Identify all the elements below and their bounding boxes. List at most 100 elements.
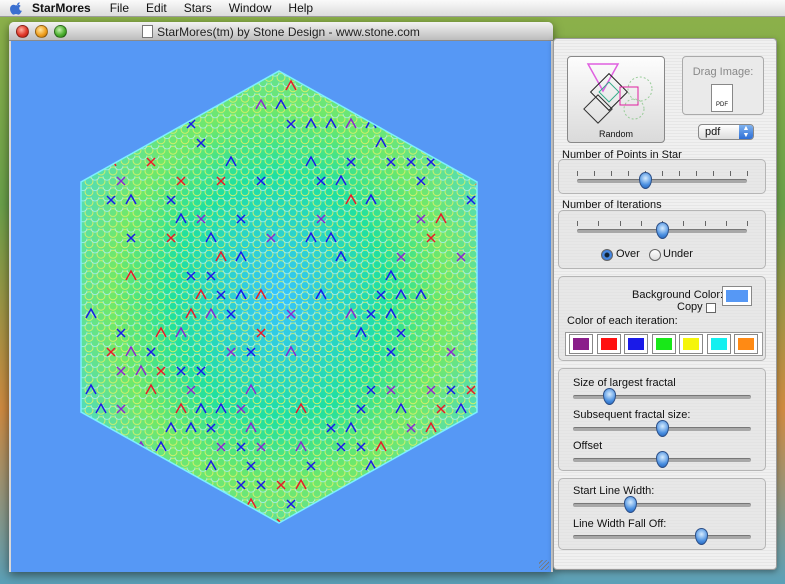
menu-stars[interactable]: Stars bbox=[184, 1, 212, 15]
color-group: Background Color: Copy Color of each ite… bbox=[558, 276, 766, 361]
star-mark bbox=[415, 136, 427, 148]
iteration-color-well[interactable] bbox=[734, 334, 758, 354]
star-mark bbox=[215, 516, 227, 523]
drag-image-well[interactable]: Drag Image: PDF bbox=[682, 56, 764, 115]
star-mark bbox=[166, 499, 176, 509]
slider-knob[interactable] bbox=[656, 420, 669, 437]
offset-label: Offset bbox=[573, 440, 603, 452]
star-mark bbox=[405, 79, 417, 91]
star-mark bbox=[465, 497, 477, 509]
star-mark bbox=[96, 442, 106, 452]
fractal-size-group: Size of largest fractal Subsequent fract… bbox=[558, 368, 766, 471]
iteration-color-well[interactable] bbox=[624, 334, 648, 354]
over-label: Over bbox=[616, 248, 640, 260]
apple-menu-icon[interactable] bbox=[10, 1, 24, 15]
subsequent-fractal-slider[interactable] bbox=[573, 420, 751, 437]
iteration-color-well[interactable] bbox=[651, 334, 676, 354]
points-slider[interactable] bbox=[577, 171, 748, 189]
star-mark bbox=[146, 461, 156, 471]
star-mark bbox=[355, 478, 367, 490]
star-canvas[interactable] bbox=[11, 41, 551, 572]
star-mark bbox=[476, 214, 477, 224]
iteration-color-well[interactable] bbox=[679, 334, 703, 354]
copy-checkbox[interactable] bbox=[706, 303, 716, 313]
star-mark bbox=[366, 81, 376, 91]
random-preview-icon bbox=[583, 63, 653, 124]
iteration-color-well[interactable] bbox=[569, 334, 593, 354]
slider-knob[interactable] bbox=[623, 496, 637, 513]
iterations-slider[interactable] bbox=[577, 221, 748, 239]
format-select[interactable]: pdf ▲ ▼ bbox=[698, 124, 754, 140]
star-mark bbox=[465, 79, 477, 91]
menu-app-name[interactable]: StarMores bbox=[32, 1, 91, 15]
star-mark bbox=[155, 478, 167, 490]
slider-knob[interactable] bbox=[639, 172, 652, 189]
star-mark bbox=[95, 478, 107, 490]
star-mark bbox=[475, 98, 477, 110]
star-mark bbox=[386, 119, 396, 129]
star-mark bbox=[236, 518, 246, 523]
window-title: StarMores(tm) by Stone Design - www.ston… bbox=[157, 25, 420, 39]
star-mark bbox=[436, 480, 446, 490]
menu-help[interactable]: Help bbox=[288, 1, 313, 15]
document-icon bbox=[142, 25, 154, 38]
slider-track[interactable] bbox=[573, 395, 751, 399]
background-color-well[interactable] bbox=[722, 286, 752, 306]
star-mark bbox=[156, 518, 166, 523]
slider-track[interactable] bbox=[577, 179, 747, 183]
background-color-label: Background Color: bbox=[632, 289, 724, 301]
slider-knob[interactable] bbox=[656, 222, 669, 239]
pdf-file-icon[interactable]: PDF bbox=[711, 84, 733, 112]
star-mark bbox=[106, 461, 116, 471]
star-mark bbox=[465, 117, 477, 129]
under-radio[interactable] bbox=[649, 249, 661, 261]
subsequent-fractal-label: Subsequent fractal size: bbox=[573, 409, 691, 421]
star-mark bbox=[115, 440, 127, 452]
star-mark bbox=[455, 516, 467, 523]
star-mark bbox=[226, 81, 236, 91]
start-line-width-label: Start Line Width: bbox=[573, 485, 655, 497]
star-mark bbox=[155, 98, 167, 110]
menu-bar: StarMores File Edit Stars Window Help bbox=[0, 0, 785, 17]
slider-knob[interactable] bbox=[695, 528, 709, 545]
slider-knob[interactable] bbox=[602, 388, 616, 405]
iteration-color-well[interactable] bbox=[706, 334, 731, 354]
menu-edit[interactable]: Edit bbox=[146, 1, 167, 15]
resize-grip[interactable] bbox=[539, 560, 549, 570]
star-mark bbox=[376, 100, 386, 110]
falloff-slider[interactable] bbox=[573, 528, 751, 545]
star-mark bbox=[125, 117, 137, 129]
offset-slider[interactable] bbox=[573, 451, 751, 468]
star-mark bbox=[225, 497, 237, 509]
main-window: StarMores(tm) by Stone Design - www.ston… bbox=[9, 22, 553, 572]
star-mark bbox=[115, 516, 127, 523]
star-mark bbox=[146, 119, 156, 129]
copy-label: Copy bbox=[677, 301, 703, 313]
drag-image-label: Drag Image: bbox=[692, 66, 754, 78]
random-button[interactable]: Random bbox=[567, 56, 665, 143]
under-label: Under bbox=[663, 248, 693, 260]
falloff-label: Line Width Fall Off: bbox=[573, 518, 667, 530]
star-mark bbox=[476, 252, 477, 262]
slider-knob[interactable] bbox=[656, 451, 669, 468]
format-select-value: pdf bbox=[705, 126, 721, 138]
line-width-group: Start Line Width: Line Width Fall Off: bbox=[558, 478, 766, 550]
window-titlebar[interactable]: StarMores(tm) by Stone Design - www.ston… bbox=[9, 22, 553, 41]
star-mark bbox=[446, 119, 456, 129]
over-radio[interactable] bbox=[601, 249, 613, 261]
iteration-color-wells bbox=[565, 332, 763, 356]
largest-fractal-label: Size of largest fractal bbox=[573, 377, 676, 389]
star-mark bbox=[186, 81, 196, 91]
menu-file[interactable]: File bbox=[110, 1, 129, 15]
star-mark bbox=[315, 516, 327, 523]
star-mark bbox=[166, 119, 176, 129]
random-label: Random bbox=[598, 129, 634, 139]
iteration-color-well[interactable] bbox=[596, 334, 621, 354]
slider-track[interactable] bbox=[573, 503, 751, 507]
star-mark bbox=[346, 499, 356, 509]
menu-window[interactable]: Window bbox=[229, 1, 272, 15]
start-line-width-slider[interactable] bbox=[573, 496, 751, 513]
largest-fractal-slider[interactable] bbox=[573, 388, 751, 405]
iterations-group: Over Under bbox=[558, 210, 766, 269]
slider-track[interactable] bbox=[573, 535, 751, 539]
